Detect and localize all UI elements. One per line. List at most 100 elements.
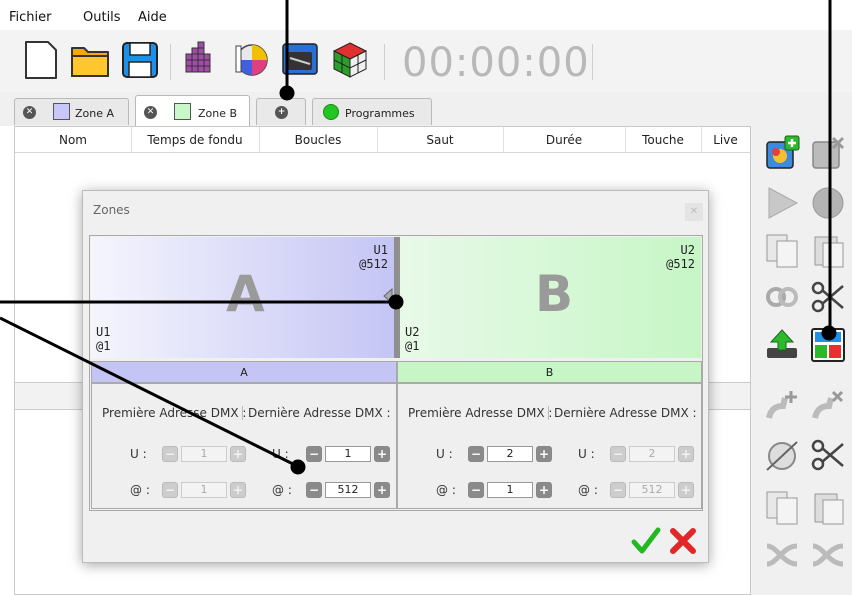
shuffle-icon[interactable] [809,536,847,574]
cancel-x-icon[interactable] [668,526,698,556]
paste-icon[interactable] [809,488,847,526]
zone-a-area[interactable]: A U1 @512 U1 @1 [91,237,394,358]
toolbar-separator [170,44,171,80]
b-first-address-value[interactable]: 1 [487,482,533,498]
close-icon[interactable]: ✕ [23,106,36,119]
tab-zone-b[interactable]: ✕ Zone B [135,95,250,126]
zone-b-letter: B [535,265,574,323]
remove-sequence-icon[interactable] [809,134,847,172]
table-header: Nom Temps de fondu Boucles Saut Durée To… [15,127,750,153]
timing-icon[interactable] [763,436,801,474]
column-header[interactable]: Live [701,133,750,147]
menu-fichier[interactable]: Fichier [9,10,52,25]
increment-button[interactable]: + [678,446,694,462]
shuffle-icon[interactable] [763,536,801,574]
zones-editor: A U1 @512 U1 @1 B U2 @512 U2 @1 A B Première… [89,235,703,511]
record-icon[interactable] [809,184,847,222]
universe-label: U : [130,447,147,461]
universe-label: U : [578,447,595,461]
color-wheel-icon[interactable] [230,40,270,80]
b-last-address-value[interactable]: 512 [629,482,675,498]
green-status-icon [323,104,339,120]
close-icon[interactable]: ✕ [685,203,703,221]
universe-label: U : [272,447,289,461]
open-folder-icon[interactable] [70,40,110,80]
a-last-address-value[interactable]: 512 [325,482,371,498]
save-icon[interactable] [120,40,160,80]
zone-b-area[interactable]: B U2 @512 U2 @1 [400,237,701,358]
a-first-universe-value[interactable]: 1 [181,446,227,462]
a-last-universe-value[interactable]: 1 [325,446,371,462]
label-separator [548,406,549,420]
increment-button[interactable]: + [374,446,390,462]
chip-icon[interactable] [280,40,320,80]
increment-button[interactable]: + [536,446,552,462]
menu-outils[interactable]: Outils [83,10,121,25]
toolbar-separator [592,44,593,80]
add-icon[interactable]: + [275,106,288,119]
decrement-button[interactable]: − [306,446,322,462]
grid-icon[interactable] [180,40,220,80]
new-file-icon[interactable] [20,40,60,80]
column-header[interactable]: Saut [377,133,503,147]
zone-a-end-address: U1 @512 [359,243,388,271]
decrement-button[interactable]: − [162,446,178,462]
first-address-label: Première Adresse DMX : [102,406,247,420]
address-label: @ : [578,483,598,497]
decrement-button[interactable]: − [468,446,484,462]
copy-icon[interactable] [763,488,801,526]
scissors-icon[interactable] [809,278,847,316]
play-icon[interactable] [763,184,801,222]
b-last-universe-value[interactable]: 2 [629,446,675,462]
rubik-cube-icon[interactable] [330,40,370,80]
zones-icon[interactable] [809,326,847,364]
increment-button[interactable]: + [374,482,390,498]
right-tool-panel [751,126,852,595]
tab-label: Zone A [75,107,115,120]
column-header[interactable]: Boucles [259,133,377,147]
scissors-icon[interactable] [809,436,847,474]
remove-step-icon[interactable] [809,388,847,426]
zone-a-letter: A [226,265,265,323]
close-icon[interactable]: ✕ [144,106,157,119]
copy-icon[interactable] [763,231,801,269]
decrement-button[interactable]: − [162,482,178,498]
add-zone-tab[interactable]: + [256,98,306,125]
b-first-universe-value[interactable]: 2 [487,446,533,462]
column-header[interactable]: Touche [625,133,701,147]
last-address-label: Dernière Adresse DMX : [554,406,697,420]
zone-a-start-address: U1 @1 [96,325,111,353]
menu-aide[interactable]: Aide [138,10,167,25]
decrement-button[interactable]: − [610,482,626,498]
last-address-label: Dernière Adresse DMX : [248,406,391,420]
a-first-address-value[interactable]: 1 [181,482,227,498]
toolbar-separator [384,44,385,80]
first-address-label: Première Adresse DMX : [408,406,553,420]
column-header[interactable]: Temps de fondu [131,133,259,147]
upload-chip-icon[interactable] [763,326,801,364]
tab-programmes[interactable]: Programmes [312,98,432,125]
dialog-title: Zones [93,203,130,217]
toolbar: 00:00:00 [0,30,852,93]
increment-button[interactable]: + [230,482,246,498]
increment-button[interactable]: + [678,482,694,498]
add-sequence-icon[interactable] [763,134,801,172]
zone-b-end-address: U2 @512 [666,243,695,271]
tab-label: Programmes [345,107,415,120]
menu-bar: Fichier Outils Aide [0,0,852,30]
decrement-button[interactable]: − [468,482,484,498]
column-header[interactable]: Durée [503,133,625,147]
ok-checkmark-icon[interactable] [631,526,661,556]
decrement-button[interactable]: − [306,482,322,498]
paste-icon[interactable] [809,231,847,269]
add-step-icon[interactable] [763,388,801,426]
tab-zone-a[interactable]: ✕ Zone A [14,98,129,125]
zone-b-color-swatch [174,103,191,120]
increment-button[interactable]: + [536,482,552,498]
decrement-button[interactable]: − [610,446,626,462]
increment-button[interactable]: + [230,446,246,462]
chain-icon[interactable] [763,278,801,316]
zone-a-header: A [91,361,397,383]
column-header[interactable]: Nom [15,133,131,147]
zone-b-start-address: U2 @1 [405,325,420,353]
